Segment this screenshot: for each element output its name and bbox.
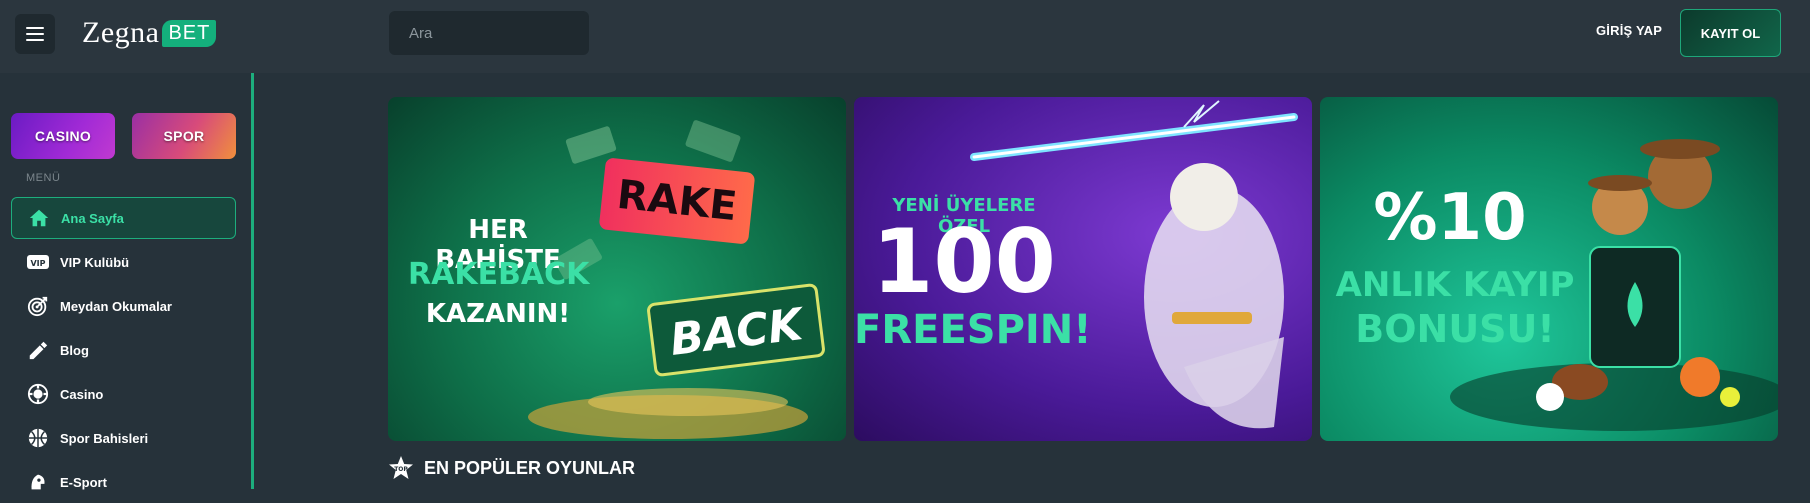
sidebar-item-challenges[interactable]: Meydan Okumalar [11, 285, 236, 327]
logo[interactable]: Zegna BET [82, 16, 217, 50]
sidebar-item-vip[interactable]: VIP VIP Kulübü [11, 241, 236, 283]
home-icon [27, 206, 51, 230]
basketball-icon [26, 426, 50, 450]
logo-text: Zegna [82, 16, 160, 49]
vip-icon: VIP [26, 250, 50, 274]
sidebar-item-home[interactable]: Ana Sayfa [11, 197, 236, 239]
promo-banner-rakeback[interactable]: HER BAHİSTE RAKEBACK KAZANIN! RAKE BACK [388, 97, 846, 441]
spor-chip-button[interactable]: SPOR [132, 113, 236, 159]
sidebar-item-casino[interactable]: Casino [11, 373, 236, 415]
sidebar-item-sports[interactable]: Spor Bahisleri [11, 417, 236, 459]
banner-line: FREESPIN! [854, 307, 1092, 353]
sidebar-item-blog[interactable]: Blog [11, 329, 236, 371]
sidebar-item-label: VIP Kulübü [60, 254, 130, 270]
svg-text:VIP: VIP [30, 259, 45, 268]
banner-highlight: RAKEBACK [408, 257, 590, 292]
hamburger-line [26, 27, 44, 29]
sidebar-item-label: Spor Bahisleri [60, 430, 149, 446]
search-box[interactable] [389, 11, 608, 55]
hamburger-line [26, 33, 44, 35]
logo-badge: BET [162, 19, 217, 47]
hamburger-line [26, 39, 44, 41]
banner-highlight: %10 [1373, 181, 1527, 255]
hamburger-menu-button[interactable] [15, 14, 55, 54]
top-header: Zegna BET GİRİŞ YAP KAYIT OL [0, 0, 1810, 73]
target-icon [26, 294, 50, 318]
sidebar-item-label: E-Sport [60, 474, 107, 490]
section-title: EN POPÜLER OYUNLAR [424, 457, 636, 478]
sidebar: CASINO SPOR MENÜ Ana Sayfa VIP VIP Kulüb… [0, 73, 254, 490]
casino-chip-button[interactable]: CASINO [11, 113, 115, 159]
casino-chip-icon [26, 382, 50, 406]
sidebar-item-label: Ana Sayfa [61, 210, 124, 226]
banner-line: KAZANIN! [425, 299, 571, 329]
menu-section-title: MENÜ [26, 172, 61, 184]
sidebar-item-label: Casino [60, 386, 104, 402]
login-link[interactable]: GİRİŞ YAP [1596, 23, 1662, 38]
promo-banner-cashback[interactable]: %10 ANLIK KAYIP BONUSU! [1320, 97, 1778, 441]
banner-highlight: 100 [872, 210, 1056, 313]
popular-games-heading: TOP EN POPÜLER OYUNLAR [388, 455, 635, 481]
banner-line: BONUSU! [1355, 307, 1555, 351]
top-star-icon: TOP [389, 456, 413, 479]
top-badge-text: TOP [394, 466, 408, 473]
register-button[interactable]: KAYIT OL [1680, 9, 1781, 57]
promo-banner-freespin[interactable]: YENİ ÜYELERE ÖZEL 100 FREESPIN! [854, 97, 1312, 441]
sidebar-item-label: Blog [60, 342, 89, 358]
blog-icon [26, 338, 50, 362]
sidebar-item-label: Meydan Okumalar [60, 298, 172, 314]
search-input[interactable] [409, 24, 608, 42]
esport-icon [26, 470, 50, 494]
sidebar-item-esport[interactable]: E-Sport [11, 461, 236, 503]
banner-line: ANLIK KAYIP [1335, 265, 1575, 305]
